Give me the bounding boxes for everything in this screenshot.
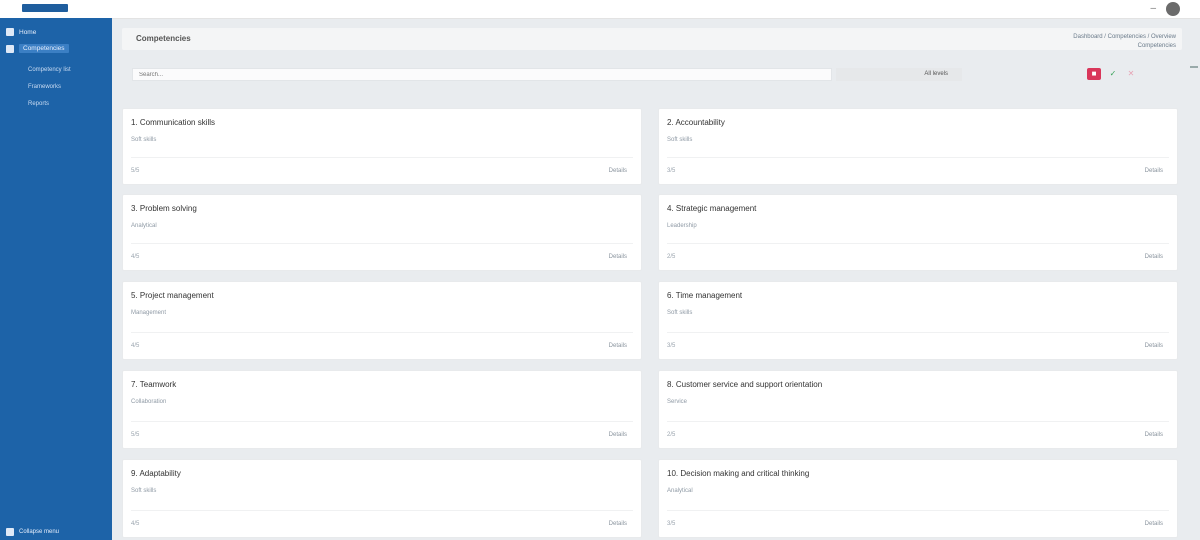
card-title[interactable]: 8. Customer service and support orientat… (667, 380, 822, 389)
competency-card[interactable]: 3. Problem solving Analytical 4/5 Detail… (122, 194, 642, 271)
sidebar-item-home[interactable]: Home (6, 28, 36, 36)
main-content: Competencies Dashboard / Competencies / … (112, 18, 1200, 540)
card-level: 4/5 (131, 521, 140, 527)
search-input[interactable] (132, 68, 832, 81)
collapse-menu-button[interactable]: Collapse menu (6, 528, 59, 536)
competency-card[interactable]: 1. Communication skills Soft skills 5/5 … (122, 108, 642, 185)
card-details-link[interactable]: Details (609, 254, 627, 260)
competency-card[interactable]: 7. Teamwork Collaboration 5/5 Details (122, 370, 642, 449)
card-category: Collaboration (131, 399, 167, 405)
breadcrumb: Dashboard / Competencies / Overview Comp… (1073, 33, 1176, 51)
competency-card[interactable]: 9. Adaptability Soft skills 4/5 Details (122, 459, 642, 538)
scrollbar-handle[interactable] (1190, 66, 1198, 68)
competency-card[interactable]: 2. Accountability Soft skills 3/5 Detail… (658, 108, 1178, 185)
sidebar: Home Competencies Competency list Framew… (0, 18, 112, 540)
card-category: Soft skills (131, 137, 157, 143)
card-category: Soft skills (131, 488, 157, 494)
card-category: Leadership (667, 223, 697, 229)
page-title: Competencies (136, 34, 191, 43)
card-title[interactable]: 10. Decision making and critical thinkin… (667, 469, 809, 478)
card-title[interactable]: 9. Adaptability (131, 469, 181, 478)
page-header: Competencies Dashboard / Competencies / … (122, 28, 1182, 50)
card-title[interactable]: 6. Time management (667, 291, 742, 300)
card-level: 3/5 (667, 343, 676, 349)
card-divider (667, 243, 1169, 244)
card-title[interactable]: 1. Communication skills (131, 118, 215, 127)
card-category: Soft skills (667, 310, 693, 316)
grid-icon (6, 44, 14, 53)
card-details-link[interactable]: Details (609, 432, 627, 438)
sidebar-item-label: Competencies (19, 44, 69, 53)
card-divider (667, 421, 1169, 422)
card-category: Management (131, 310, 167, 316)
card-category: Service (667, 399, 688, 405)
user-avatar[interactable] (1166, 2, 1180, 16)
card-title[interactable]: 4. Strategic management (667, 204, 756, 213)
card-title[interactable]: 7. Teamwork (131, 380, 176, 389)
card-details-link[interactable]: Details (609, 168, 627, 174)
card-divider (667, 157, 1169, 158)
close-icon[interactable]: ✕ (1125, 68, 1137, 80)
top-bar: – (0, 0, 1200, 19)
card-details-link[interactable]: Details (1145, 521, 1163, 527)
card-level: 3/5 (667, 521, 676, 527)
card-level: 3/5 (667, 168, 676, 174)
competency-card[interactable]: 6. Time management Soft skills 3/5 Detai… (658, 281, 1178, 360)
card-level: 2/5 (667, 254, 676, 260)
check-icon[interactable]: ✓ (1107, 68, 1119, 80)
sidebar-item-competencies[interactable]: Competencies (6, 44, 69, 53)
card-divider (131, 510, 633, 511)
competency-card[interactable]: 10. Decision making and critical thinkin… (658, 459, 1178, 538)
breadcrumb-path[interactable]: Dashboard / Competencies / Overview (1073, 33, 1176, 42)
card-divider (131, 243, 633, 244)
card-title[interactable]: 2. Accountability (667, 118, 725, 127)
minimize-icon[interactable]: – (1150, 3, 1156, 14)
card-level: 4/5 (131, 343, 140, 349)
card-details-link[interactable]: Details (1145, 168, 1163, 174)
card-details-link[interactable]: Details (609, 521, 627, 527)
card-details-link[interactable]: Details (1145, 254, 1163, 260)
card-divider (131, 421, 633, 422)
card-divider (667, 510, 1169, 511)
level-select[interactable]: All levels (836, 68, 962, 81)
breadcrumb-current: Competencies (1137, 43, 1176, 49)
card-level: 5/5 (131, 432, 140, 438)
sidebar-subitem-frameworks[interactable]: Frameworks (28, 84, 61, 90)
card-category: Soft skills (667, 137, 693, 143)
competency-card[interactable]: 4. Strategic management Leadership 2/5 D… (658, 194, 1178, 271)
collapse-menu-label: Collapse menu (19, 529, 60, 535)
competency-card[interactable]: 5. Project management Management 4/5 Det… (122, 281, 642, 360)
card-title[interactable]: 3. Problem solving (131, 204, 197, 213)
card-divider (131, 332, 633, 333)
filter-bar: All levels ■ ✓ ✕ (132, 66, 1180, 84)
delete-button[interactable]: ■ (1087, 68, 1101, 80)
card-level: 2/5 (667, 432, 676, 438)
card-details-link[interactable]: Details (609, 343, 627, 349)
card-details-link[interactable]: Details (1145, 343, 1163, 349)
home-icon (6, 28, 14, 36)
sidebar-subitem-list[interactable]: Competency list (28, 67, 71, 73)
card-category: Analytical (131, 223, 157, 229)
card-category: Analytical (667, 488, 693, 494)
competency-card[interactable]: 8. Customer service and support orientat… (658, 370, 1178, 449)
card-level: 4/5 (131, 254, 140, 260)
card-details-link[interactable]: Details (1145, 432, 1163, 438)
card-divider (667, 332, 1169, 333)
sidebar-item-label: Home (19, 28, 37, 36)
sidebar-icon (6, 528, 14, 536)
card-level: 5/5 (131, 168, 140, 174)
app-logo[interactable] (22, 4, 68, 12)
card-title[interactable]: 5. Project management (131, 291, 214, 300)
card-divider (131, 157, 633, 158)
sidebar-subitem-reports[interactable]: Reports (28, 101, 49, 107)
